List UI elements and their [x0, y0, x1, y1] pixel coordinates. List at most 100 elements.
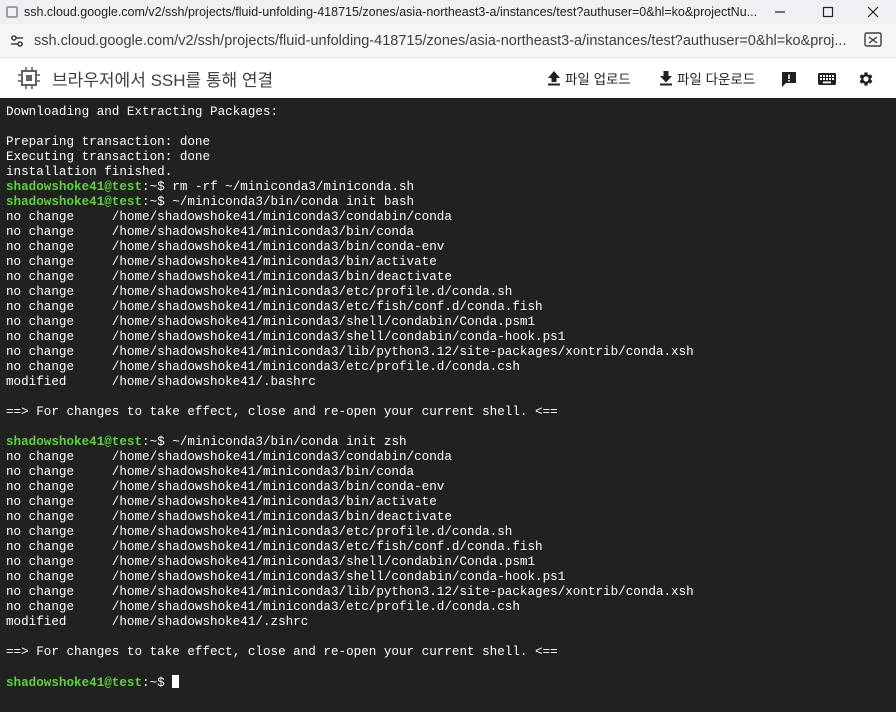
keyboard-button[interactable]	[816, 70, 838, 88]
terminal-line: no change /home/shadowshoke41/miniconda3…	[6, 510, 896, 525]
maximize-button[interactable]	[805, 0, 851, 24]
terminal-line: no change /home/shadowshoke41/miniconda3…	[6, 570, 896, 585]
terminal-line-text: no change /home/shadowshoke41/miniconda3…	[6, 255, 437, 269]
ssh-toolbar: 브라우저에서 SSH를 통해 연결 파일 업로드 파일 다운로드	[0, 58, 896, 98]
terminal-line-text: no change /home/shadowshoke41/miniconda3…	[6, 300, 543, 314]
terminal-line: ==> For changes to take effect, close an…	[6, 405, 896, 420]
terminal-line: no change /home/shadowshoke41/miniconda3…	[6, 495, 896, 510]
feedback-icon	[782, 72, 796, 87]
terminal-line: no change /home/shadowshoke41/miniconda3…	[6, 330, 896, 345]
maximize-icon	[822, 6, 834, 18]
chip-icon	[16, 65, 42, 91]
close-icon	[867, 6, 879, 18]
upload-label: 파일 업로드	[565, 72, 631, 87]
minimize-icon	[775, 11, 785, 13]
page-title: 브라우저에서 SSH를 통해 연결	[52, 70, 274, 90]
terminal-line-text: no change /home/shadowshoke41/miniconda3…	[6, 570, 566, 584]
terminal-line: Downloading and Extracting Packages:	[6, 105, 896, 120]
terminal-line-text: no change /home/shadowshoke41/miniconda3…	[6, 480, 445, 494]
terminal-line-text: no change /home/shadowshoke41/miniconda3…	[6, 345, 694, 359]
terminal-command-line: shadowshoke41@test:~$ ~/miniconda3/bin/c…	[6, 195, 896, 210]
terminal-line: no change /home/shadowshoke41/miniconda3…	[6, 285, 896, 300]
download-label: 파일 다운로드	[677, 72, 756, 87]
terminal-command-line: shadowshoke41@test:~$ rm -rf ~/miniconda…	[6, 180, 896, 195]
url-text[interactable]: ssh.cloud.google.com/v2/ssh/projects/flu…	[34, 33, 846, 49]
favicon-icon	[4, 4, 20, 20]
upload-file-button[interactable]: 파일 업로드	[546, 68, 631, 88]
terminal-line: modified /home/shadowshoke41/.zshrc	[6, 615, 896, 630]
terminal-line-text: no change /home/shadowshoke41/miniconda3…	[6, 210, 452, 224]
terminal-line: no change /home/shadowshoke41/miniconda3…	[6, 255, 896, 270]
terminal-command-line: shadowshoke41@test:~$	[6, 675, 896, 690]
gear-icon	[859, 72, 873, 86]
terminal-line-text: ==> For changes to take effect, close an…	[6, 405, 558, 419]
terminal-line: no change /home/shadowshoke41/miniconda3…	[6, 450, 896, 465]
prompt-user: shadowshoke41@test	[6, 180, 143, 194]
feedback-button[interactable]	[779, 70, 799, 88]
terminal-line-text: no change /home/shadowshoke41/miniconda3…	[6, 315, 536, 329]
terminal-line-text: no change /home/shadowshoke41/miniconda3…	[6, 600, 520, 614]
terminal-output[interactable]: Downloading and Extracting Packages: Prep…	[0, 98, 896, 712]
terminal-line-text: modified /home/shadowshoke41/.zshrc	[6, 615, 309, 629]
terminal-line: no change /home/shadowshoke41/miniconda3…	[6, 540, 896, 555]
terminal-line-text: :~$	[142, 676, 173, 690]
terminal-line-text: no change /home/shadowshoke41/miniconda3…	[6, 555, 536, 569]
terminal-line-text: no change /home/shadowshoke41/miniconda3…	[6, 495, 437, 509]
terminal-line-text: no change /home/shadowshoke41/miniconda3…	[6, 450, 452, 464]
terminal-line-text: ==> For changes to take effect, close an…	[6, 645, 558, 659]
terminal-line: no change /home/shadowshoke41/miniconda3…	[6, 480, 896, 495]
terminal-line-text: no change /home/shadowshoke41/miniconda3…	[6, 540, 543, 554]
terminal-line: no change /home/shadowshoke41/miniconda3…	[6, 300, 896, 315]
terminal-line-text: no change /home/shadowshoke41/miniconda3…	[6, 330, 566, 344]
site-info-icon[interactable]	[6, 30, 28, 52]
terminal-line: no change /home/shadowshoke41/miniconda3…	[6, 525, 896, 540]
prompt-user: shadowshoke41@test	[6, 676, 143, 690]
settings-button[interactable]	[856, 70, 876, 88]
window-title-bar: ssh.cloud.google.com/v2/ssh/projects/flu…	[0, 0, 896, 24]
close-button[interactable]	[850, 0, 896, 24]
terminal-line: no change /home/shadowshoke41/miniconda3…	[6, 270, 896, 285]
terminal-line: no change /home/shadowshoke41/miniconda3…	[6, 465, 896, 480]
terminal-line-text: Executing transaction: done	[6, 150, 211, 164]
terminal-line-text: no change /home/shadowshoke41/miniconda3…	[6, 465, 415, 479]
terminal-line-text: :~$ ~/miniconda3/bin/conda init zsh	[142, 435, 407, 449]
terminal-line: no change /home/shadowshoke41/miniconda3…	[6, 345, 896, 360]
terminal-line-text: no change /home/shadowshoke41/miniconda3…	[6, 525, 513, 539]
terminal-line: no change /home/shadowshoke41/miniconda3…	[6, 585, 896, 600]
terminal-line: Preparing transaction: done	[6, 135, 896, 150]
terminal-line-text: no change /home/shadowshoke41/miniconda3…	[6, 225, 415, 239]
minimize-button[interactable]	[757, 0, 803, 24]
terminal-line: no change /home/shadowshoke41/miniconda3…	[6, 360, 896, 375]
prompt-user: shadowshoke41@test	[6, 195, 143, 209]
upload-icon	[548, 71, 560, 86]
terminal-line-text: no change /home/shadowshoke41/miniconda3…	[6, 585, 694, 599]
terminal-line: no change /home/shadowshoke41/miniconda3…	[6, 225, 896, 240]
keyboard-icon	[818, 73, 836, 85]
download-icon	[660, 71, 672, 86]
terminal-line: no change /home/shadowshoke41/miniconda3…	[6, 210, 896, 225]
terminal-cursor	[172, 675, 180, 688]
prompt-user: shadowshoke41@test	[6, 435, 143, 449]
terminal-line-text: :~$ ~/miniconda3/bin/conda init bash	[142, 195, 415, 209]
window-title: ssh.cloud.google.com/v2/ssh/projects/flu…	[24, 5, 758, 19]
terminal-line: Executing transaction: done	[6, 150, 896, 165]
terminal-line-text: Downloading and Extracting Packages:	[6, 105, 279, 119]
terminal-line-text: no change /home/shadowshoke41/miniconda3…	[6, 360, 520, 374]
terminal-line: no change /home/shadowshoke41/miniconda3…	[6, 555, 896, 570]
address-bar: ssh.cloud.google.com/v2/ssh/projects/flu…	[0, 24, 896, 58]
terminal-line: no change /home/shadowshoke41/miniconda3…	[6, 600, 896, 615]
terminal-line: installation finished.	[6, 165, 896, 180]
cast-icon[interactable]	[864, 32, 882, 53]
terminal-command-line: shadowshoke41@test:~$ ~/miniconda3/bin/c…	[6, 435, 896, 450]
terminal-line-text: installation finished.	[6, 165, 173, 179]
terminal-line-text: no change /home/shadowshoke41/miniconda3…	[6, 510, 452, 524]
terminal-line-text: no change /home/shadowshoke41/miniconda3…	[6, 270, 452, 284]
download-file-button[interactable]: 파일 다운로드	[658, 68, 755, 88]
terminal-line: no change /home/shadowshoke41/miniconda3…	[6, 240, 896, 255]
terminal-line-text: no change /home/shadowshoke41/miniconda3…	[6, 240, 445, 254]
